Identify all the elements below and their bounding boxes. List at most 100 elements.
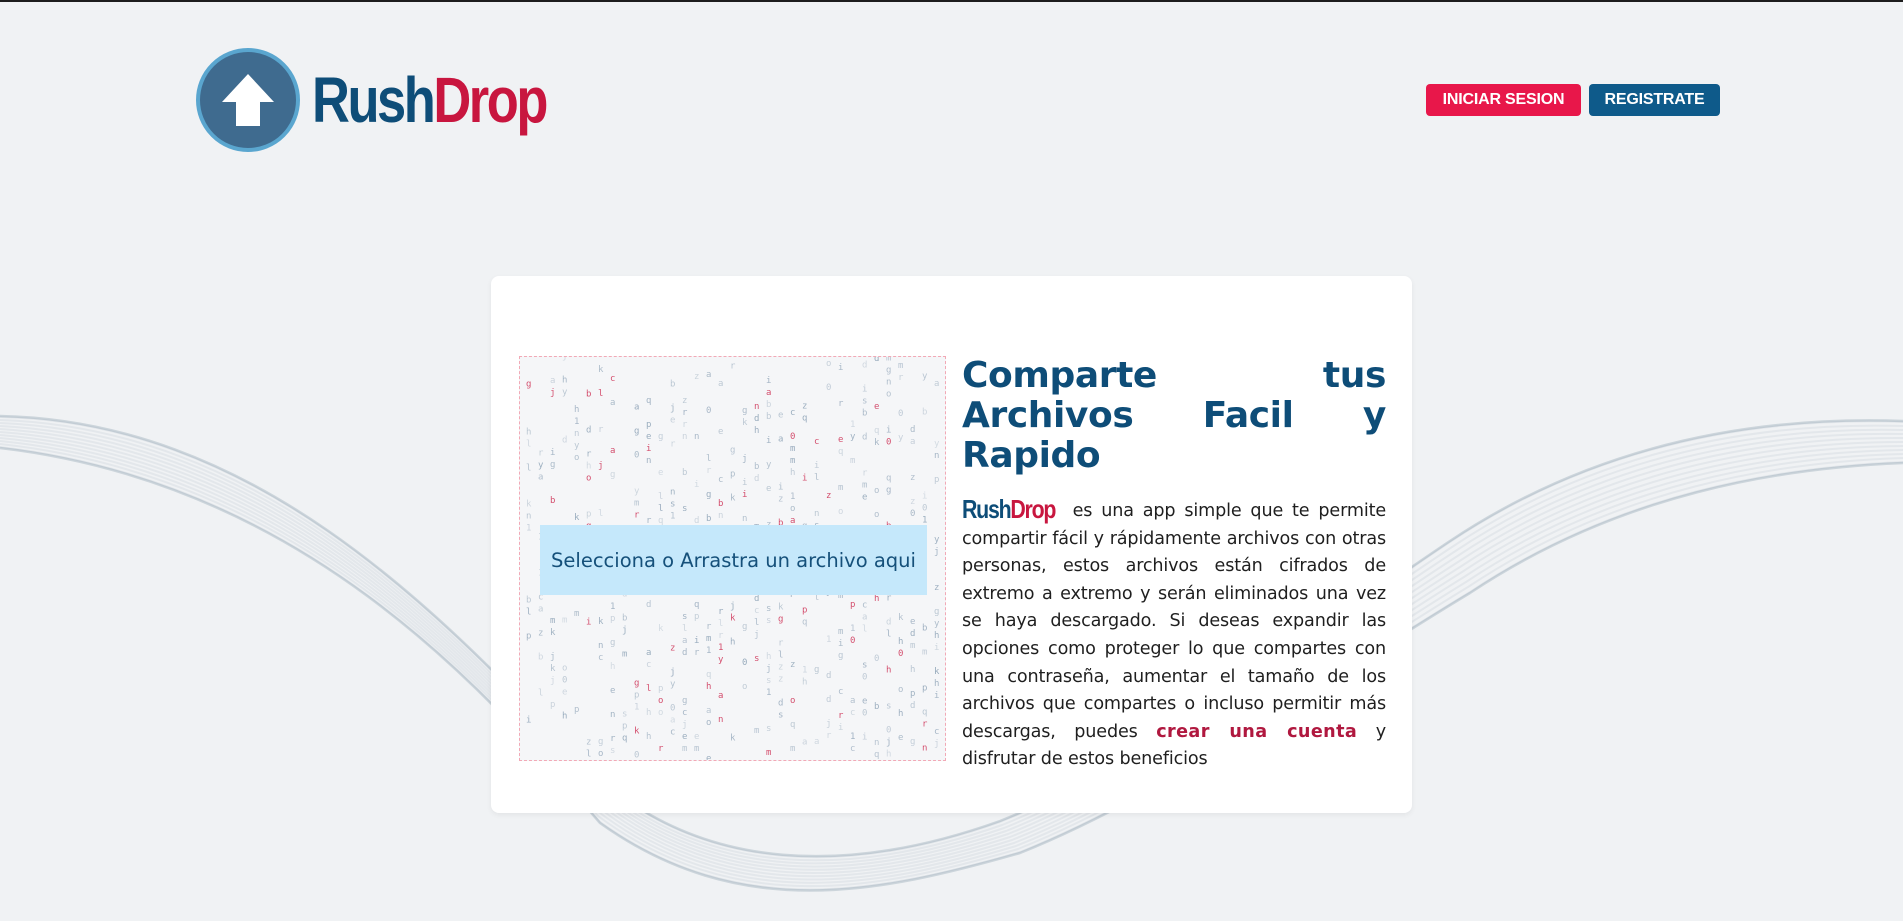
svg-text:l: l — [598, 509, 603, 519]
svg-text:y: y — [934, 535, 940, 545]
svg-text:b: b — [718, 499, 723, 509]
svg-text:e: e — [706, 754, 711, 761]
svg-text:n: n — [874, 738, 879, 748]
svg-text:m: m — [634, 498, 639, 508]
svg-text:k: k — [598, 365, 604, 375]
svg-text:l: l — [682, 624, 687, 634]
svg-text:n: n — [646, 456, 651, 466]
svg-text:m: m — [754, 726, 759, 736]
svg-text:s: s — [766, 724, 771, 734]
svg-text:j: j — [670, 404, 675, 414]
svg-text:i: i — [862, 384, 867, 394]
svg-text:l: l — [538, 688, 543, 698]
svg-text:e: e — [838, 435, 843, 445]
file-dropzone[interactable]: ghllkn1blpirya11cazblajigbmczzmkjkjpjhyd… — [519, 356, 946, 761]
svg-text:l: l — [814, 473, 819, 483]
svg-text:h: h — [766, 652, 771, 662]
svg-text:r: r — [610, 734, 616, 744]
svg-text:d: d — [646, 600, 651, 610]
svg-text:g: g — [742, 406, 747, 416]
svg-text:y: y — [574, 441, 580, 451]
svg-text:o: o — [838, 507, 843, 517]
inline-logo-rush: Rush — [962, 494, 1012, 524]
logo-text-drop: Drop — [433, 64, 548, 136]
svg-text:l: l — [658, 504, 663, 514]
svg-text:g: g — [658, 432, 663, 442]
svg-text:1: 1 — [850, 420, 855, 430]
svg-text:y: y — [766, 460, 772, 470]
svg-text:h: h — [574, 405, 579, 415]
svg-text:d: d — [862, 432, 867, 442]
svg-text:o: o — [658, 708, 663, 718]
svg-text:j: j — [742, 454, 747, 464]
svg-text:r: r — [670, 440, 676, 450]
svg-text:j: j — [622, 625, 627, 635]
svg-text:p: p — [922, 684, 927, 694]
svg-text:e: e — [658, 468, 663, 478]
svg-text:r: r — [658, 744, 664, 754]
logo-wordmark: RushDrop — [312, 68, 548, 132]
svg-text:k: k — [730, 733, 736, 743]
brand-logo[interactable]: RushDrop — [196, 48, 597, 152]
svg-text:k: k — [550, 628, 556, 638]
svg-text:h: h — [730, 637, 735, 647]
svg-text:z: z — [934, 583, 939, 593]
svg-text:1: 1 — [790, 492, 795, 502]
svg-text:b: b — [922, 408, 927, 418]
register-button[interactable]: REGISTRATE — [1589, 84, 1720, 116]
svg-text:o: o — [874, 486, 879, 496]
svg-text:h: h — [586, 462, 591, 472]
svg-text:n: n — [886, 377, 891, 387]
svg-text:m: m — [766, 748, 771, 758]
svg-text:1: 1 — [850, 624, 855, 634]
svg-text:o: o — [598, 749, 603, 759]
svg-text:z: z — [586, 738, 591, 748]
svg-text:a: a — [550, 376, 555, 386]
svg-text:n: n — [814, 509, 819, 519]
svg-text:i: i — [922, 492, 927, 502]
svg-text:e: e — [910, 617, 915, 627]
svg-text:n: n — [682, 432, 687, 442]
svg-text:c: c — [850, 744, 855, 754]
svg-text:r: r — [634, 510, 640, 520]
inline-logo: RushDrop — [962, 494, 1056, 524]
svg-text:d: d — [910, 629, 915, 639]
svg-text:s: s — [886, 701, 891, 711]
svg-text:d: d — [886, 617, 891, 627]
svg-text:g: g — [910, 737, 915, 747]
svg-text:m: m — [562, 615, 567, 625]
svg-text:e: e — [646, 432, 651, 442]
svg-text:z: z — [826, 491, 831, 501]
svg-text:j: j — [670, 668, 675, 678]
svg-text:l: l — [646, 684, 651, 694]
svg-text:m: m — [622, 649, 627, 659]
svg-text:e: e — [766, 484, 771, 494]
svg-text:j: j — [550, 676, 555, 686]
create-account-link[interactable]: crear una cuenta — [1156, 722, 1357, 742]
svg-text:i: i — [802, 474, 807, 484]
svg-text:k: k — [598, 617, 604, 627]
svg-text:r: r — [826, 731, 832, 741]
header-nav: INICIAR SESION REGISTRATE — [1426, 84, 1720, 116]
svg-text:a: a — [718, 379, 723, 389]
svg-text:g: g — [814, 665, 819, 675]
svg-text:p: p — [694, 612, 699, 622]
svg-text:c: c — [790, 408, 795, 418]
svg-text:k: k — [550, 664, 556, 674]
svg-text:m: m — [694, 744, 699, 754]
svg-text:m: m — [898, 361, 903, 371]
dropzone-label[interactable]: Selecciona o Arrastra un archivo aqui — [540, 525, 927, 595]
svg-text:q: q — [838, 447, 843, 457]
svg-text:r: r — [538, 448, 544, 458]
svg-text:o: o — [658, 696, 663, 706]
svg-text:g: g — [934, 607, 939, 617]
svg-text:a: a — [682, 636, 687, 646]
svg-text:r: r — [718, 631, 724, 641]
svg-text:e: e — [694, 732, 699, 742]
svg-text:d: d — [754, 474, 759, 484]
svg-text:o: o — [874, 510, 879, 520]
svg-text:r: r — [586, 450, 592, 460]
svg-text:b: b — [874, 702, 879, 712]
svg-text:0: 0 — [706, 406, 711, 416]
login-button[interactable]: INICIAR SESION — [1426, 84, 1581, 116]
